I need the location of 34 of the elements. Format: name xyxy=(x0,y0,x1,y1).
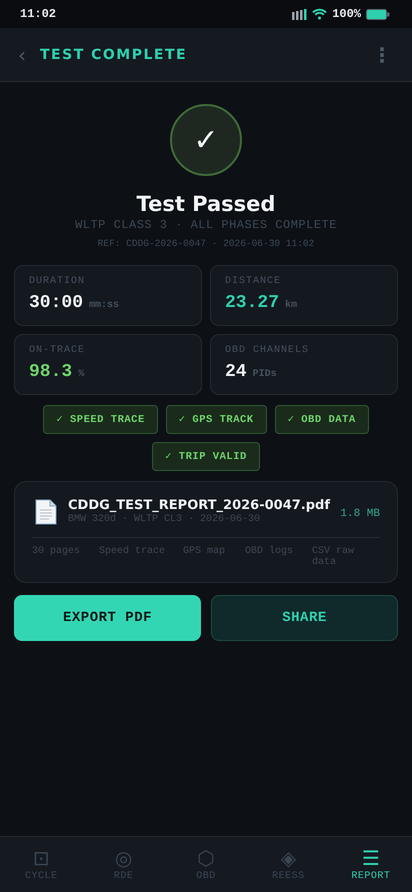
wifi-icon xyxy=(312,8,328,20)
screen-title: TEST COMPLETE xyxy=(40,46,188,62)
battery-icon xyxy=(366,8,390,20)
battery-level: 100% xyxy=(332,7,361,21)
signal-icon xyxy=(292,8,308,20)
file-name: CDDG_TEST_REPORT_2026-0047.pdf xyxy=(68,498,330,513)
clock: 11:02 xyxy=(20,7,56,21)
stat-value: 23.27 xyxy=(225,293,280,313)
validation-chip: ✓ TRIP VALID xyxy=(152,442,260,471)
stat-unit: km xyxy=(285,300,298,311)
stat-unit: mm:ss xyxy=(89,300,120,311)
validation-chip: ✓ SPEED TRACE xyxy=(43,405,158,434)
result-title: Test Passed xyxy=(136,192,276,216)
share-button[interactable]: SHARE xyxy=(211,595,398,641)
success-badge: ✓ xyxy=(170,104,242,176)
result-subtitle: WLTP CLASS 3 · ALL PHASES COMPLETE xyxy=(75,218,337,232)
file-size: 1.8 MB xyxy=(340,508,380,520)
stat-value: 24 xyxy=(225,362,247,382)
export-pdf-button[interactable]: EXPORT PDF xyxy=(14,595,201,641)
stat-unit: PIDs xyxy=(252,369,277,380)
more-menu-button[interactable]: ⋮ xyxy=(372,42,392,66)
reference-text: REF: CDDG-2026-0047 · 2026-06-30 11:02 xyxy=(98,238,314,249)
validation-chip: ✓ OBD DATA xyxy=(274,405,369,434)
stat-label: DURATION xyxy=(29,276,86,287)
nav-tab[interactable]: ☰ REPORT xyxy=(330,837,412,892)
back-button[interactable]: ‹ xyxy=(14,42,30,66)
document-icon xyxy=(34,498,58,524)
stat-label: OBD CHANNELS xyxy=(225,345,310,356)
stat-label: DISTANCE xyxy=(225,276,282,287)
stat-value: 98.3 xyxy=(29,362,72,382)
stat-label: ON-TRACE xyxy=(29,345,86,356)
stat-value: 30:00 xyxy=(29,293,84,313)
validation-chip: ✓ GPS TRACK xyxy=(166,405,267,434)
stat-unit: % xyxy=(78,369,84,380)
